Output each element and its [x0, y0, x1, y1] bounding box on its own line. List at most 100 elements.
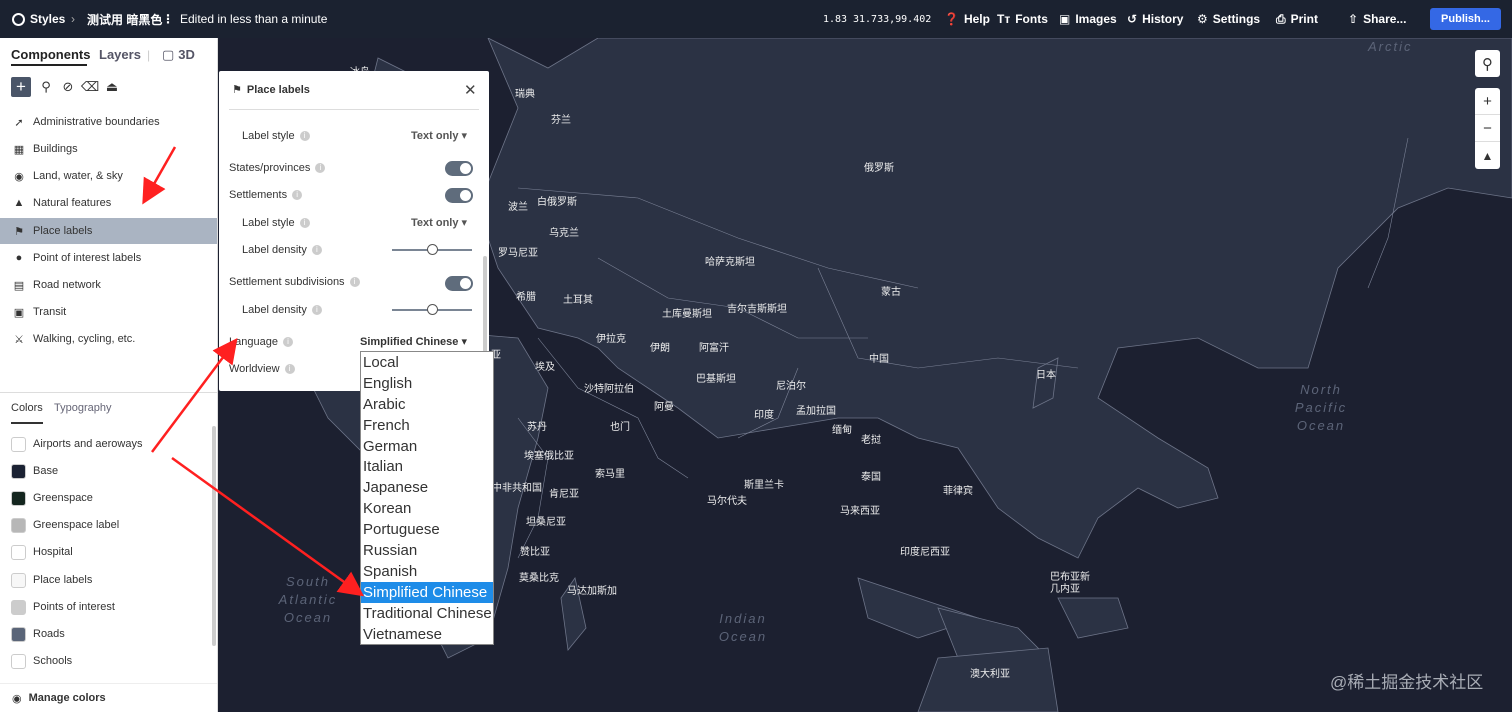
label-density-slider[interactable] [392, 304, 472, 315]
map-label: 苏丹 [527, 422, 547, 433]
hide-icon[interactable]: ⊘ [59, 78, 77, 96]
eject-icon[interactable]: ⏏ [103, 78, 121, 96]
dropdown-value: Text only [411, 130, 459, 142]
help-button[interactable]: ❓ Help [944, 0, 990, 38]
label-density-slider[interactable] [392, 244, 472, 255]
images-button[interactable]: ▣ Images [1059, 0, 1117, 38]
map-label: 蒙古 [881, 287, 901, 298]
share-label: Share... [1363, 12, 1407, 26]
component-place-labels[interactable]: ⚑ Place labels [0, 218, 217, 244]
info-icon[interactable]: i [311, 245, 322, 255]
language-option[interactable]: Traditional Chinese [361, 603, 493, 624]
info-icon[interactable]: i [292, 190, 303, 200]
close-icon[interactable]: ✕ [464, 81, 477, 99]
fonts-icon: Tт [997, 12, 1011, 26]
color-row[interactable]: Hospital [11, 542, 73, 562]
info-icon[interactable]: i [349, 277, 360, 287]
color-row[interactable]: Greenspace [11, 488, 93, 508]
settings-button[interactable]: ⚙ Settings [1197, 0, 1260, 38]
publish-button[interactable]: Publish... [1430, 8, 1501, 30]
subdivisions-toggle[interactable] [445, 276, 473, 291]
language-options-list[interactable]: Local English Arabic French German Itali… [360, 351, 494, 645]
info-icon[interactable]: i [282, 337, 293, 347]
color-row[interactable]: Greenspace label [11, 515, 119, 535]
language-option[interactable]: Korean [361, 498, 493, 519]
info-icon[interactable]: i [284, 364, 295, 374]
fonts-button[interactable]: Tт Fonts [997, 0, 1048, 38]
language-option[interactable]: English [361, 373, 493, 394]
states-text: States/provinces [229, 162, 311, 174]
states-toggle[interactable] [445, 161, 473, 176]
label-style-dropdown[interactable]: Text only ▾ [411, 216, 467, 229]
caret-down-icon: ▾ [461, 130, 468, 142]
states-label: States/provinces i [229, 162, 326, 174]
language-option[interactable]: Portuguese [361, 519, 493, 540]
add-component-button[interactable]: + [11, 77, 31, 97]
search-icon[interactable]: ⚲ [1475, 50, 1500, 77]
tab-typography[interactable]: Typography [54, 402, 111, 414]
map-search-control[interactable]: ⚲ [1475, 50, 1500, 77]
language-option[interactable]: Russian [361, 540, 493, 561]
color-row[interactable]: Points of interest [11, 597, 115, 617]
settlements-toggle[interactable] [445, 188, 473, 203]
component-road-network[interactable]: ▤ Road network [0, 272, 217, 298]
info-icon[interactable]: i [299, 131, 310, 141]
color-row[interactable]: Place labels [11, 570, 92, 590]
color-label: Airports and aeroways [33, 438, 143, 450]
scrollbar[interactable] [212, 426, 216, 646]
history-button[interactable]: ↺ History [1127, 0, 1183, 38]
component-walking-cycling[interactable]: ⚔ Walking, cycling, etc. [0, 326, 217, 352]
tab-colors[interactable]: Colors [11, 402, 43, 414]
print-button[interactable]: ⎙ Print [1276, 0, 1318, 38]
panel-scrollbar[interactable] [483, 256, 487, 366]
color-row[interactable]: Roads [11, 624, 65, 644]
component-transit[interactable]: ▣ Transit [0, 299, 217, 325]
info-icon[interactable]: i [311, 305, 322, 315]
language-option[interactable]: Vietnamese [361, 624, 493, 645]
tab-layers[interactable]: Layers [99, 47, 141, 62]
dropdown-value: Simplified Chinese [360, 336, 459, 348]
language-option[interactable]: Arabic [361, 394, 493, 415]
color-row[interactable]: Schools [11, 651, 72, 671]
slider-knob[interactable] [427, 244, 438, 255]
component-land-water-sky[interactable]: ◉ Land, water, & sky [0, 163, 217, 189]
info-icon[interactable]: i [315, 163, 326, 173]
compass-icon[interactable]: ▲ [1475, 142, 1500, 169]
zoom-in-icon[interactable]: + [1475, 88, 1500, 115]
language-option[interactable]: French [361, 415, 493, 436]
tab-3d[interactable]: ▢ 3D [162, 47, 195, 63]
tab-components[interactable]: Components [11, 47, 90, 62]
language-option[interactable]: Spanish [361, 561, 493, 582]
share-button[interactable]: ⇧ Share... [1348, 0, 1406, 38]
component-poi-labels[interactable]: ● Point of interest labels [0, 245, 217, 271]
trash-icon[interactable]: ⌫ [81, 78, 99, 96]
map-label: 中非共和国 [492, 483, 542, 494]
language-option[interactable]: Italian [361, 456, 493, 477]
slider-knob[interactable] [427, 304, 438, 315]
component-buildings[interactable]: ▦ Buildings [0, 136, 217, 162]
style-name[interactable]: 测试用 暗黑色 [87, 0, 162, 38]
component-natural-features[interactable]: ▲ Natural features [0, 190, 217, 216]
language-dropdown[interactable]: Simplified Chinese ▾ [360, 335, 467, 348]
dropdown-value: Text only [411, 217, 459, 229]
language-option[interactable]: Local [361, 352, 493, 373]
language-option[interactable]: German [361, 436, 493, 457]
info-icon[interactable]: i [299, 218, 310, 228]
color-row[interactable]: Airports and aeroways [11, 434, 142, 454]
map-label: 印度尼西亚 [900, 547, 950, 558]
mountain-icon: ▲ [13, 197, 25, 209]
language-option-selected[interactable]: Simplified Chinese [361, 581, 493, 603]
help-icon: ❓ [944, 12, 959, 26]
zoom-out-icon[interactable]: − [1475, 115, 1500, 142]
label-style-dropdown[interactable]: Text only ▾ [411, 129, 467, 142]
styles-link[interactable]: Styles [12, 0, 65, 38]
more-menu-icon[interactable]: ⋮ [162, 0, 174, 38]
settings-label: Settings [1212, 12, 1261, 26]
component-admin-boundaries[interactable]: ➚ Administrative boundaries [0, 109, 217, 135]
divider [229, 109, 479, 110]
language-option[interactable]: Japanese [361, 477, 493, 498]
color-row[interactable]: Base [11, 461, 58, 481]
zoom-level: 1.83 [823, 13, 848, 25]
find-icon[interactable]: ⚲ [37, 78, 55, 96]
manage-colors-button[interactable]: ◉ Manage colors [0, 683, 217, 712]
